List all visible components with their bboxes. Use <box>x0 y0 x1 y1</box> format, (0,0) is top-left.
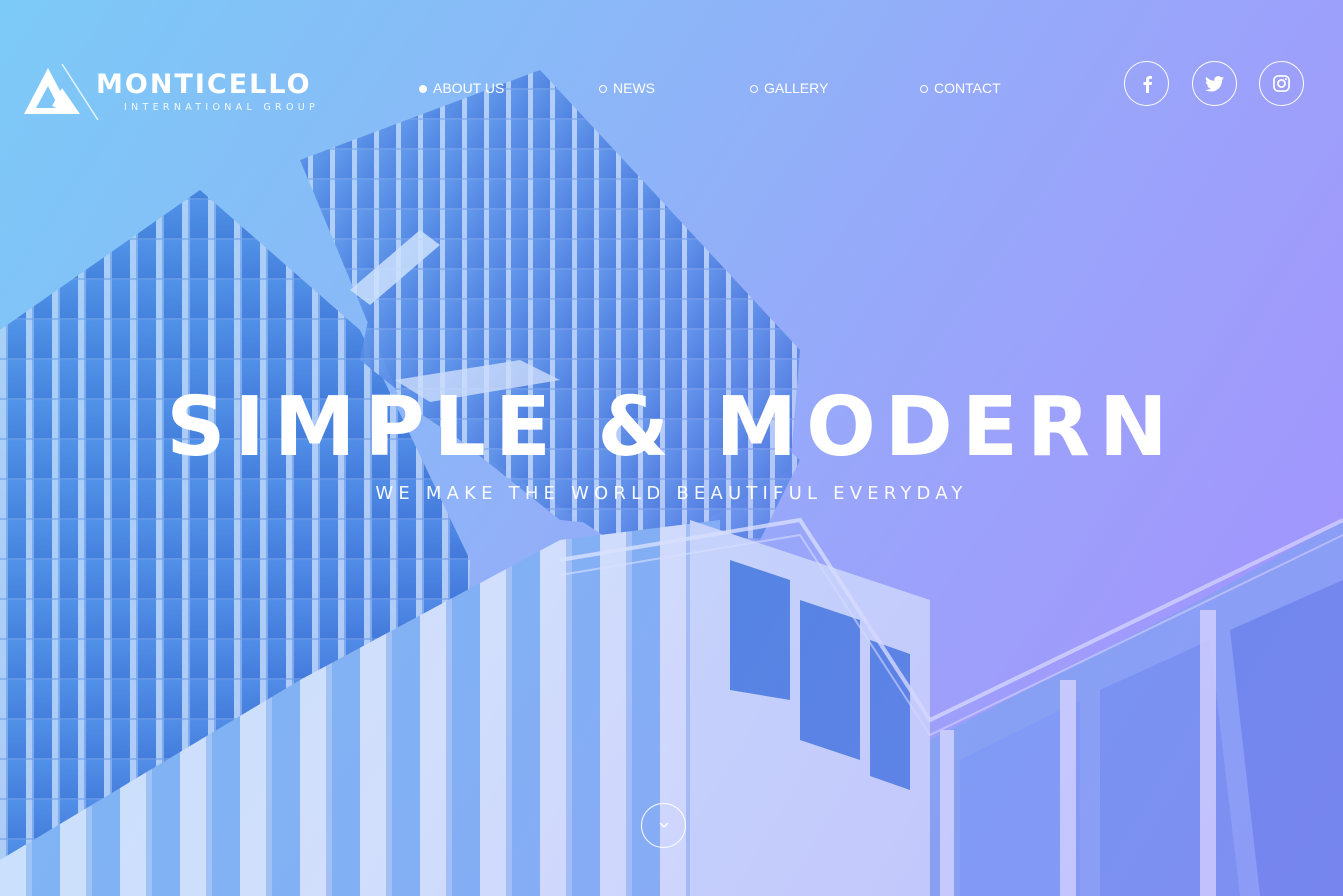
nav-item-label: NEWS <box>613 80 655 96</box>
brand-tagline: INTERNATIONAL GROUP <box>124 102 320 113</box>
chevron-down-icon <box>659 822 668 828</box>
hero-title: SIMPLE & MODERN <box>166 380 1177 475</box>
brand-name: MONTICELLO <box>96 69 312 100</box>
facebook-button[interactable] <box>1124 61 1169 106</box>
instagram-icon <box>1273 75 1290 92</box>
nav-item-contact[interactable]: CONTACT <box>920 80 1001 96</box>
hero-subtitle: WE MAKE THE WORLD BEAUTIFUL EVERYDAY <box>375 483 968 504</box>
logo-mark-icon <box>24 63 99 120</box>
nav-item-about-us[interactable]: ABOUT US <box>419 80 504 96</box>
nav-item-label: CONTACT <box>934 80 1001 96</box>
dot-icon <box>920 85 928 93</box>
dot-icon <box>750 85 758 93</box>
nav-item-gallery[interactable]: GALLERY <box>750 80 828 96</box>
logo[interactable]: MONTICELLO INTERNATIONAL GROUP <box>22 62 315 122</box>
scroll-down-button[interactable] <box>641 803 686 848</box>
twitter-icon <box>1205 75 1224 92</box>
nav-item-label: GALLERY <box>764 80 829 96</box>
dot-icon <box>599 85 607 93</box>
nav-item-label: ABOUT US <box>433 80 505 96</box>
hero-section: MONTICELLO INTERNATIONAL GROUP ABOUT US … <box>0 0 1343 896</box>
facebook-icon <box>1143 75 1152 93</box>
nav-item-news[interactable]: NEWS <box>599 80 655 96</box>
active-dot-icon <box>419 85 427 93</box>
twitter-button[interactable] <box>1192 61 1237 106</box>
instagram-button[interactable] <box>1259 61 1304 106</box>
